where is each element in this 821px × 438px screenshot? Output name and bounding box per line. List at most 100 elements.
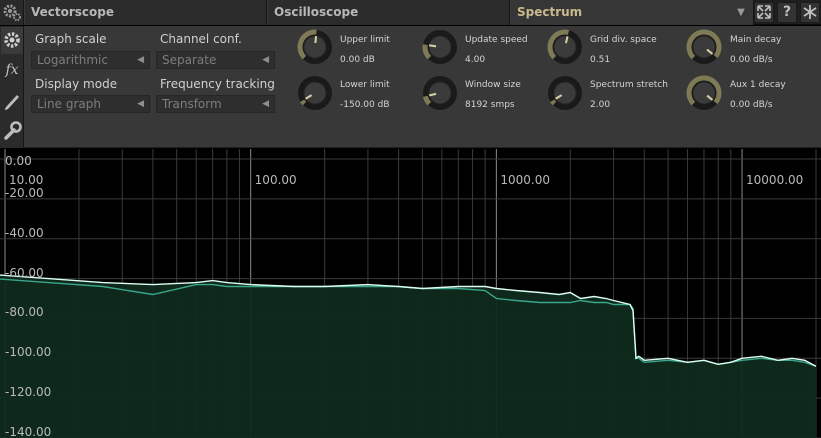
knob-dial bbox=[548, 76, 582, 110]
tab-vectorscope[interactable]: Vectorscope bbox=[24, 0, 267, 25]
spectrum-stretch-value: 2.00 bbox=[590, 100, 611, 110]
spectrum-stretch-label: Spectrum stretch bbox=[590, 80, 668, 90]
help-button[interactable]: ? bbox=[777, 2, 797, 23]
draw-side-button[interactable] bbox=[1, 87, 23, 114]
knob-level-arc bbox=[550, 99, 557, 106]
knob-cap bbox=[553, 81, 577, 105]
wrench-icon bbox=[4, 121, 22, 140]
window-size-label: Window size bbox=[465, 80, 521, 90]
tab-settings-gear[interactable] bbox=[0, 0, 24, 25]
grid-div-space-label: Grid div. space bbox=[590, 35, 657, 45]
x-tick-label: 10000.00 bbox=[746, 173, 804, 187]
aux1-decay-label: Aux 1 decay bbox=[730, 80, 786, 90]
triangle-left-icon: ◀ bbox=[137, 99, 144, 109]
knob-pointer bbox=[314, 35, 318, 44]
upper-limit-knob[interactable] bbox=[295, 27, 335, 67]
triangle-left-icon: ◀ bbox=[262, 55, 269, 65]
tab-menu-dropdown[interactable]: ▼ bbox=[732, 0, 750, 25]
snowflake-icon bbox=[803, 5, 817, 19]
expand-icon bbox=[757, 5, 771, 19]
graph-scale-value: Logarithmic bbox=[37, 53, 108, 67]
channel-conf-select[interactable]: Separate ◀ bbox=[156, 51, 275, 69]
frequency-tracking-value: Transform bbox=[162, 97, 222, 111]
spectrum-stretch-knob[interactable] bbox=[545, 73, 585, 113]
knob-dial bbox=[686, 29, 722, 64]
channel-conf-label: Channel conf. bbox=[160, 32, 242, 46]
y-tick-label: 0.00 bbox=[5, 154, 32, 168]
tab-spectrum[interactable]: Spectrum bbox=[510, 0, 754, 25]
update-speed-label: Update speed bbox=[465, 35, 528, 45]
display-mode-select[interactable]: Line graph ◀ bbox=[31, 95, 150, 113]
tab-bar: Vectorscope Oscilloscope Spectrum ▼ ? bbox=[0, 0, 821, 25]
knob-dial bbox=[547, 29, 582, 64]
spectrum-graph[interactable]: 0.00 -20.00 -40.00 -60.00 -80.00 -100.00 -120.… bbox=[0, 149, 821, 438]
main-decay-value: 0.00 dB/s bbox=[730, 55, 773, 65]
tab-spectrum-label: Spectrum bbox=[517, 5, 583, 19]
main-decay-knob[interactable] bbox=[684, 27, 724, 67]
triangle-down-icon: ▼ bbox=[737, 7, 745, 18]
lower-limit-value: -150.00 dB bbox=[340, 100, 390, 110]
grid-div-space-value: 0.51 bbox=[590, 55, 611, 65]
fullscreen-button[interactable] bbox=[754, 2, 774, 23]
frequency-tracking-label: Frequency tracking bbox=[160, 77, 275, 91]
y-tick-label: -60.00 bbox=[5, 265, 44, 280]
knob-cap bbox=[692, 35, 716, 59]
x-tick-label: 10.00 bbox=[9, 173, 44, 187]
tools-side-button[interactable] bbox=[1, 117, 23, 144]
y-tick-label: -100.00 bbox=[5, 345, 52, 360]
knob-dial bbox=[297, 29, 332, 64]
spectrum-plot bbox=[0, 149, 821, 438]
knob-cap bbox=[692, 81, 716, 105]
lower-limit-knob[interactable] bbox=[295, 73, 335, 113]
update-speed-knob[interactable] bbox=[420, 27, 460, 67]
tab-oscilloscope[interactable]: Oscilloscope bbox=[267, 0, 510, 25]
settings-side-button[interactable] bbox=[1, 27, 23, 54]
effects-side-button[interactable]: fx bbox=[1, 57, 23, 84]
knob-pointer bbox=[428, 44, 437, 48]
channel-conf-value: Separate bbox=[162, 53, 217, 67]
knob-cap bbox=[553, 35, 577, 59]
graph-scale-label: Graph scale bbox=[35, 32, 107, 46]
knob-dial bbox=[298, 76, 332, 110]
aux1-decay-value: 0.00 dB/s bbox=[730, 100, 773, 110]
aux1-decay-knob[interactable] bbox=[684, 73, 724, 113]
fx-icon: fx bbox=[5, 62, 19, 78]
knob-cap bbox=[303, 81, 327, 105]
upper-limit-value: 0.00 dB bbox=[340, 55, 375, 65]
gears-icon bbox=[3, 4, 21, 21]
pencil-icon bbox=[5, 95, 19, 110]
y-tick-label: -20.00 bbox=[5, 185, 44, 200]
graph-scale-select[interactable]: Logarithmic ◀ bbox=[31, 51, 150, 69]
control-panel: Graph scale Logarithmic ◀ Channel conf. … bbox=[24, 26, 821, 148]
side-toolbar: fx bbox=[0, 26, 24, 148]
knob-dial bbox=[422, 76, 457, 110]
triangle-left-icon: ◀ bbox=[137, 55, 144, 65]
frequency-tracking-select[interactable]: Transform ◀ bbox=[156, 95, 275, 113]
y-tick-label: -80.00 bbox=[5, 305, 44, 320]
y-tick-label: -140.00 bbox=[5, 425, 52, 438]
knob-dial bbox=[686, 75, 722, 110]
update-speed-value: 4.00 bbox=[465, 55, 486, 65]
knob-dial bbox=[422, 30, 457, 64]
display-mode-value: Line graph bbox=[37, 97, 101, 111]
y-tick-label: -120.00 bbox=[5, 385, 52, 400]
y-tick-label: -40.00 bbox=[5, 225, 44, 240]
window-size-value: 8192 smps bbox=[465, 100, 515, 110]
grid-div-space-knob[interactable] bbox=[545, 27, 585, 67]
x-tick-label: 1000.00 bbox=[500, 173, 550, 187]
tab-vectorscope-label: Vectorscope bbox=[31, 5, 115, 19]
window-size-knob[interactable] bbox=[420, 73, 460, 113]
gear-icon bbox=[4, 32, 20, 48]
lower-limit-label: Lower limit bbox=[340, 80, 390, 90]
series-main-area bbox=[0, 275, 816, 438]
triangle-left-icon: ◀ bbox=[262, 99, 269, 109]
display-mode-label: Display mode bbox=[35, 77, 118, 91]
question-icon: ? bbox=[782, 4, 792, 20]
knob-cap bbox=[428, 81, 452, 105]
main-decay-label: Main decay bbox=[730, 35, 782, 45]
knob-level-arc bbox=[300, 99, 307, 106]
freeze-button[interactable] bbox=[800, 2, 820, 23]
knob-cap bbox=[428, 35, 452, 59]
x-tick-label: 100.00 bbox=[254, 173, 297, 187]
tab-oscilloscope-label: Oscilloscope bbox=[274, 5, 359, 19]
